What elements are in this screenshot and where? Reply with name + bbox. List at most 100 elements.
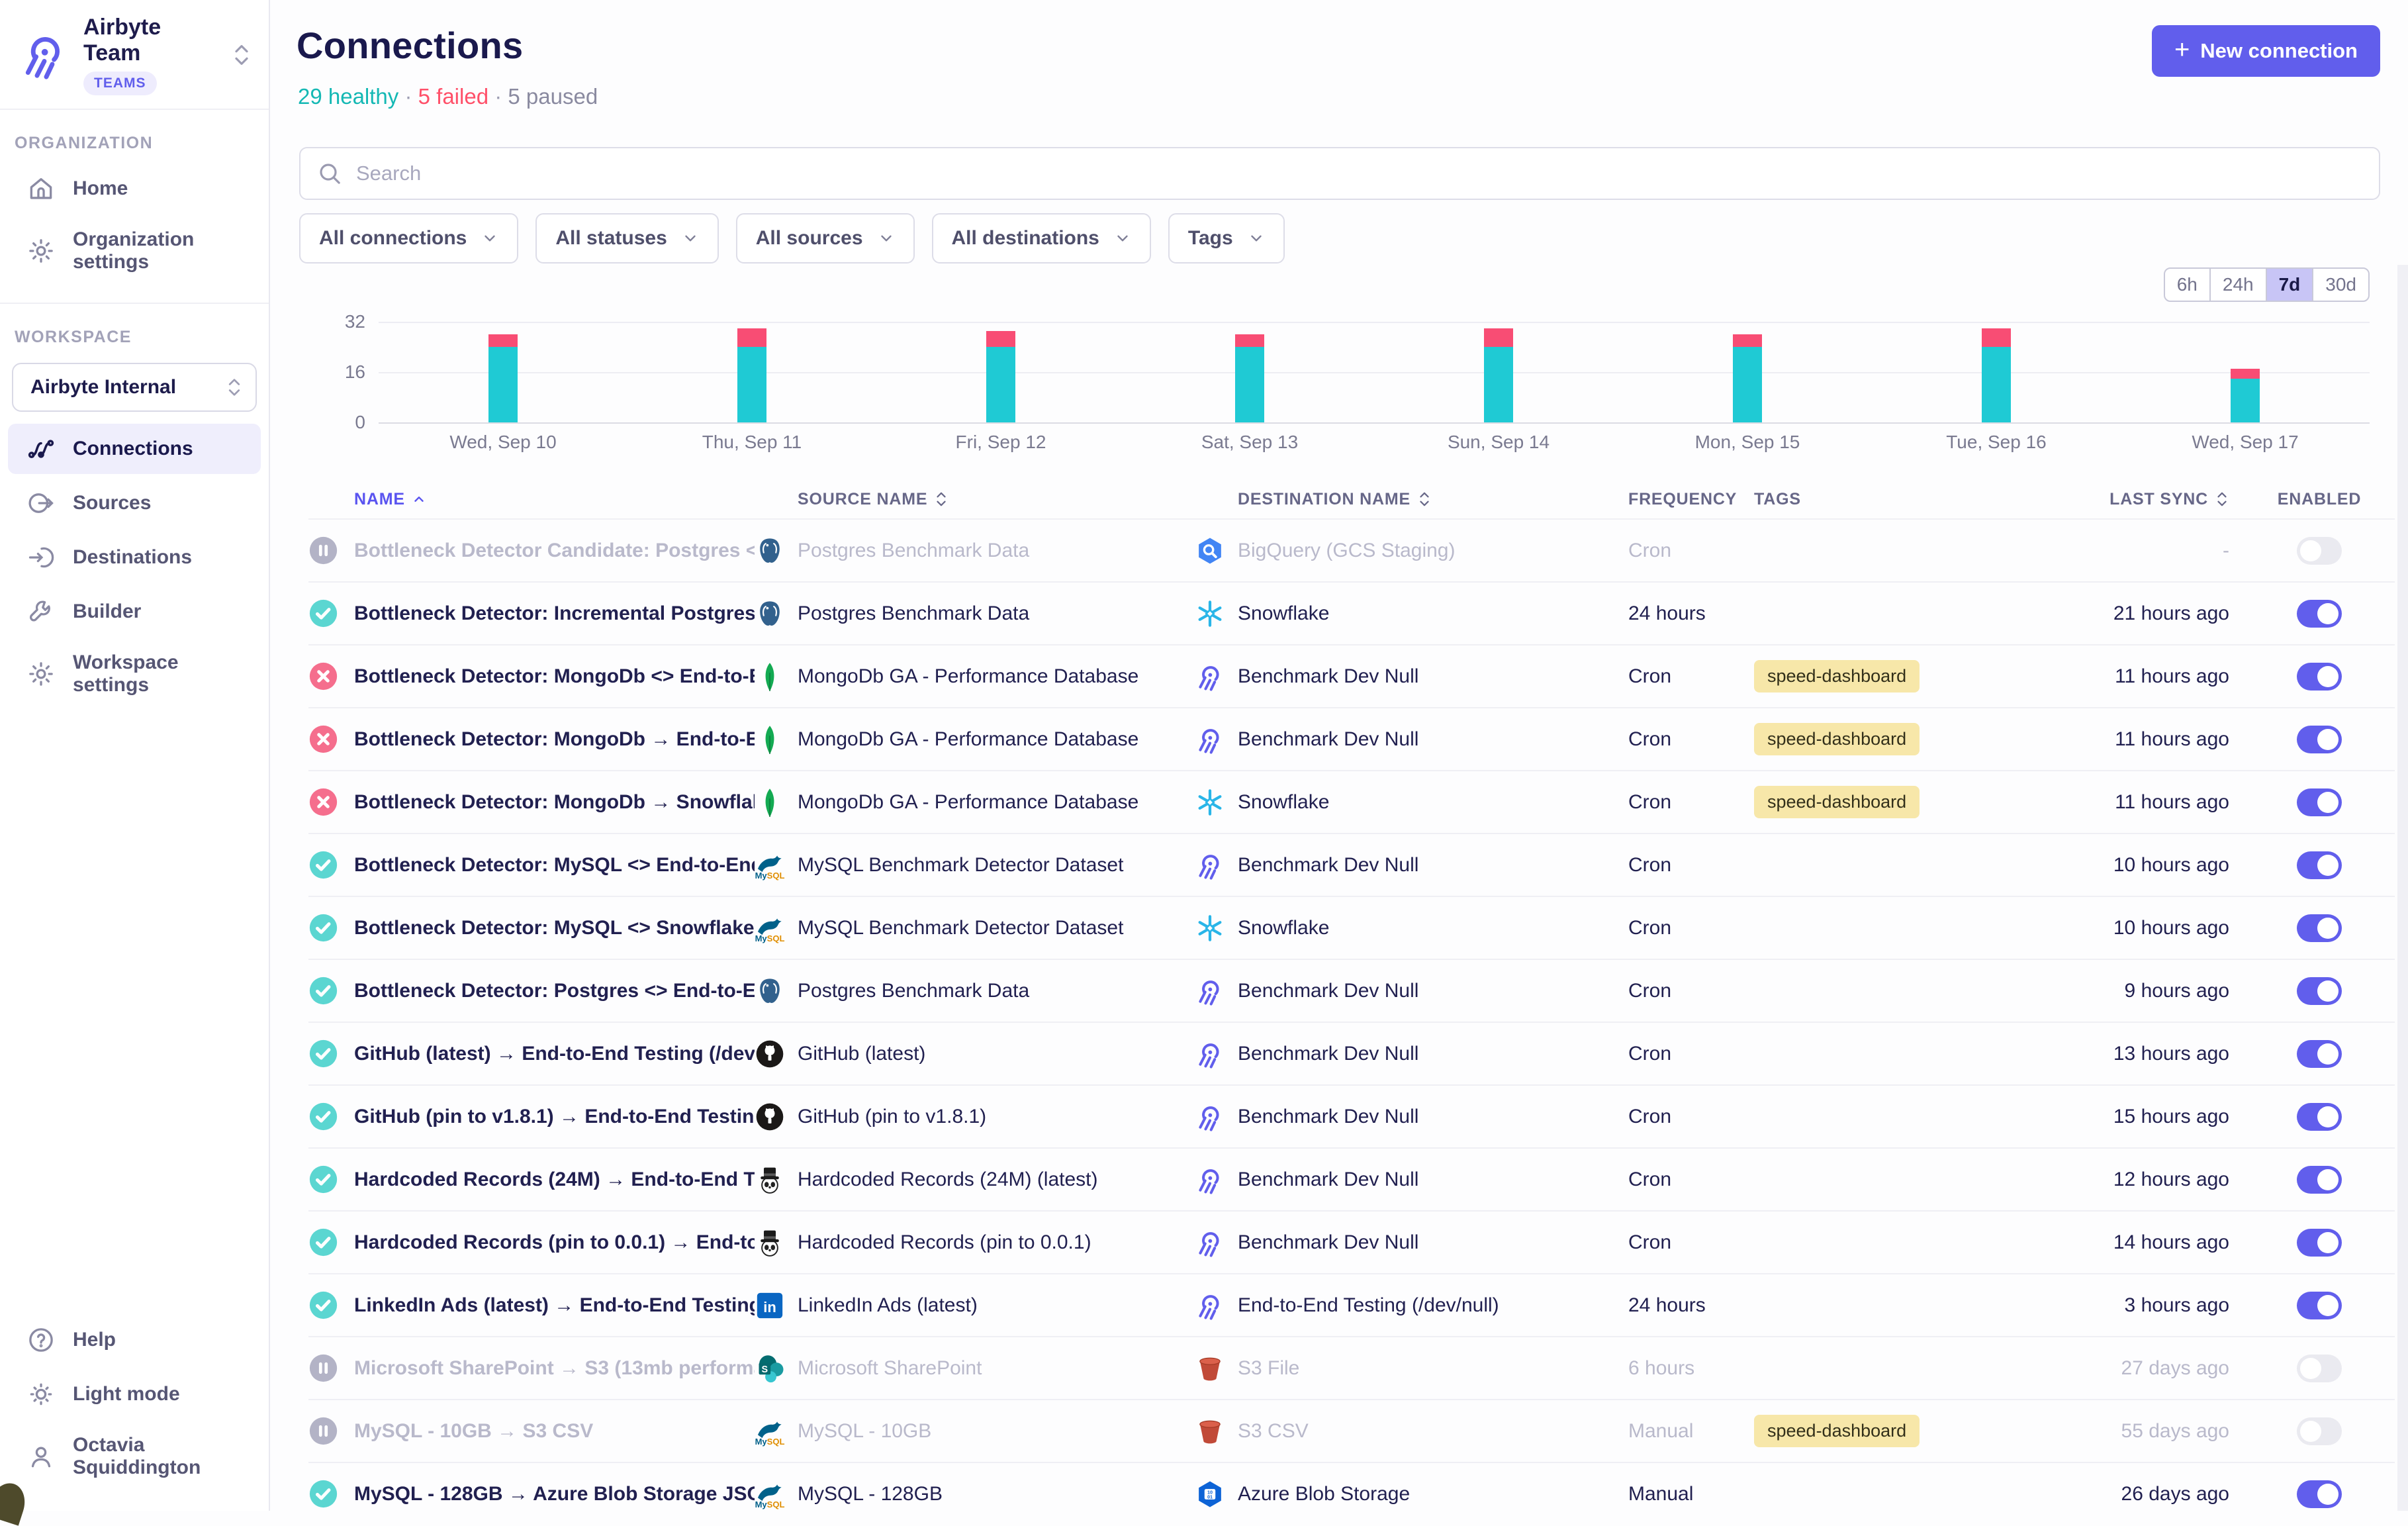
source-name[interactable]: Hardcoded Records (pin to 0.0.1)	[798, 1231, 1195, 1254]
destination-name[interactable]: Benchmark Dev Null	[1238, 1231, 1628, 1254]
source-name[interactable]: Hardcoded Records (24M) (latest)	[798, 1168, 1195, 1191]
destination-name[interactable]: Azure Blob Storage	[1238, 1483, 1628, 1505]
table-row[interactable]: GitHub (pin to v1.8.1) → End-to-End Test…	[308, 1084, 2395, 1147]
source-name[interactable]: MongoDb GA - Performance Database	[798, 791, 1195, 814]
enabled-toggle[interactable]	[2297, 914, 2342, 942]
chart-bar[interactable]	[986, 331, 1015, 422]
chart-bar[interactable]	[1733, 334, 1762, 422]
sidebar-item-destinations[interactable]: Destinations	[8, 532, 261, 583]
connection-name[interactable]: Bottleneck Detector: MongoDb → End-to-En…	[354, 728, 755, 751]
table-row[interactable]: Bottleneck Detector: MongoDb <> End-to-E…	[308, 644, 2395, 707]
table-row[interactable]: Bottleneck Detector: Postgres <> End-to-…	[308, 959, 2395, 1022]
filter-all-statuses[interactable]: All statuses	[535, 213, 718, 263]
enabled-toggle[interactable]	[2297, 1417, 2342, 1445]
source-name[interactable]: MySQL Benchmark Detector Dataset	[798, 917, 1195, 939]
enabled-toggle[interactable]	[2297, 726, 2342, 753]
sidebar-item-help[interactable]: Help	[8, 1315, 261, 1365]
destination-name[interactable]: Benchmark Dev Null	[1238, 1043, 1628, 1065]
table-row[interactable]: LinkedIn Ads (latest) → End-to-End Testi…	[308, 1273, 2395, 1336]
destination-name[interactable]: Snowflake	[1238, 791, 1628, 814]
table-row[interactable]: Bottleneck Detector: MySQL <> Snowflake …	[308, 896, 2395, 959]
search-input[interactable]	[355, 161, 2363, 186]
filter-tags[interactable]: Tags	[1168, 213, 1285, 263]
destination-name[interactable]: Snowflake	[1238, 917, 1628, 939]
source-name[interactable]: MongoDb GA - Performance Database	[798, 665, 1195, 688]
enabled-toggle[interactable]	[2297, 1292, 2342, 1319]
chart-bar[interactable]	[737, 328, 766, 423]
column-header-source-name[interactable]: SOURCE NAME	[798, 489, 1195, 509]
enabled-toggle[interactable]	[2297, 600, 2342, 628]
connection-name[interactable]: Bottleneck Detector Candidate: Postgres …	[354, 540, 755, 562]
destination-name[interactable]: End-to-End Testing (/dev/null)	[1238, 1294, 1628, 1317]
table-row[interactable]: Hardcoded Records (24M) → End-to-End Te.…	[308, 1147, 2395, 1210]
enabled-toggle[interactable]	[2297, 537, 2342, 565]
enabled-toggle[interactable]	[2297, 788, 2342, 816]
table-row[interactable]: MySQL - 128GB → Azure Blob Storage JSOn …	[308, 1462, 2395, 1525]
destination-name[interactable]: Benchmark Dev Null	[1238, 1106, 1628, 1128]
table-row[interactable]: Bottleneck Detector: MongoDb → Snowflake…	[308, 770, 2395, 833]
column-header-name[interactable]: NAME	[354, 490, 755, 509]
enabled-toggle[interactable]	[2297, 1166, 2342, 1194]
range-option-30d[interactable]: 30d	[2312, 269, 2368, 301]
connection-name[interactable]: GitHub (pin to v1.8.1) → End-to-End Test…	[354, 1106, 755, 1128]
enabled-toggle[interactable]	[2297, 851, 2342, 879]
chart-bar[interactable]	[1982, 328, 2011, 423]
source-name[interactable]: LinkedIn Ads (latest)	[798, 1294, 1195, 1317]
connection-name[interactable]: Hardcoded Records (pin to 0.0.1) → End-t…	[354, 1231, 755, 1254]
table-row[interactable]: MySQL - 10GB → S3 CSV MySQL - 10GB S3 CS…	[308, 1399, 2395, 1462]
filter-all-connections[interactable]: All connections	[299, 213, 518, 263]
chart-bar[interactable]	[1235, 334, 1264, 422]
connection-name[interactable]: MySQL - 128GB → Azure Blob Storage JSOn …	[354, 1483, 755, 1505]
chart-bar[interactable]	[1484, 328, 1513, 423]
sidebar-item-sources[interactable]: Sources	[8, 478, 261, 528]
sidebar-item-user-menu[interactable]: Octavia Squiddington	[8, 1423, 261, 1490]
enabled-toggle[interactable]	[2297, 663, 2342, 691]
org-switcher[interactable]: Airbyte Team TEAMS	[0, 0, 269, 110]
chart-bar[interactable]	[488, 334, 518, 422]
source-name[interactable]: Microsoft SharePoint	[798, 1357, 1195, 1380]
scrollbar-track[interactable]	[2397, 265, 2408, 1511]
table-row[interactable]: Bottleneck Detector: MySQL <> End-to-End…	[308, 833, 2395, 896]
source-name[interactable]: MySQL Benchmark Detector Dataset	[798, 854, 1195, 877]
connection-name[interactable]: LinkedIn Ads (latest) → End-to-End Testi…	[354, 1294, 755, 1317]
destination-name[interactable]: S3 CSV	[1238, 1420, 1628, 1443]
connection-name[interactable]: Microsoft SharePoint → S3 (13mb performa…	[354, 1357, 755, 1380]
enabled-toggle[interactable]	[2297, 1103, 2342, 1131]
range-option-6h[interactable]: 6h	[2165, 269, 2209, 301]
destination-name[interactable]: S3 File	[1238, 1357, 1628, 1380]
connection-name[interactable]: Bottleneck Detector: MongoDb → Snowflake	[354, 791, 755, 814]
destination-name[interactable]: BigQuery (GCS Staging)	[1238, 540, 1628, 562]
destination-name[interactable]: Snowflake	[1238, 602, 1628, 625]
source-name[interactable]: Postgres Benchmark Data	[798, 980, 1195, 1002]
source-name[interactable]: MySQL - 128GB	[798, 1483, 1195, 1505]
sidebar-item-light-mode[interactable]: Light mode	[8, 1369, 261, 1419]
destination-name[interactable]: Benchmark Dev Null	[1238, 980, 1628, 1002]
destination-name[interactable]: Benchmark Dev Null	[1238, 665, 1628, 688]
enabled-toggle[interactable]	[2297, 1229, 2342, 1257]
source-name[interactable]: MySQL - 10GB	[798, 1420, 1195, 1443]
sidebar-item-home[interactable]: Home	[8, 164, 261, 214]
filter-all-sources[interactable]: All sources	[736, 213, 915, 263]
column-header-destination-name[interactable]: DESTINATION NAME	[1238, 489, 1628, 509]
connection-name[interactable]: Hardcoded Records (24M) → End-to-End Te.…	[354, 1168, 755, 1191]
source-name[interactable]: GitHub (pin to v1.8.1)	[798, 1106, 1195, 1128]
connection-name[interactable]: Bottleneck Detector: Postgres <> End-to-…	[354, 980, 755, 1002]
enabled-toggle[interactable]	[2297, 1355, 2342, 1382]
destination-name[interactable]: Benchmark Dev Null	[1238, 1168, 1628, 1191]
sidebar-item-builder[interactable]: Builder	[8, 587, 261, 637]
filter-all-destinations[interactable]: All destinations	[932, 213, 1151, 263]
column-header-last-sync[interactable]: LAST SYNC	[2039, 489, 2244, 509]
sidebar-item-organization-settings[interactable]: Organization settings	[8, 218, 261, 284]
connection-name[interactable]: Bottleneck Detector: MySQL <> End-to-End…	[354, 854, 755, 877]
connection-name[interactable]: MySQL - 10GB → S3 CSV	[354, 1420, 755, 1443]
connection-name[interactable]: GitHub (latest) → End-to-End Testing (/d…	[354, 1043, 755, 1065]
connection-name[interactable]: Bottleneck Detector: Incremental Postgre…	[354, 602, 755, 625]
source-name[interactable]: Postgres Benchmark Data	[798, 602, 1195, 625]
enabled-toggle[interactable]	[2297, 1040, 2342, 1068]
source-name[interactable]: MongoDb GA - Performance Database	[798, 728, 1195, 751]
table-row[interactable]: Bottleneck Detector: Incremental Postgre…	[308, 581, 2395, 644]
destination-name[interactable]: Benchmark Dev Null	[1238, 854, 1628, 877]
sidebar-item-workspace-settings[interactable]: Workspace settings	[8, 641, 261, 707]
enabled-toggle[interactable]	[2297, 977, 2342, 1005]
range-option-7d[interactable]: 7d	[2266, 269, 2313, 301]
